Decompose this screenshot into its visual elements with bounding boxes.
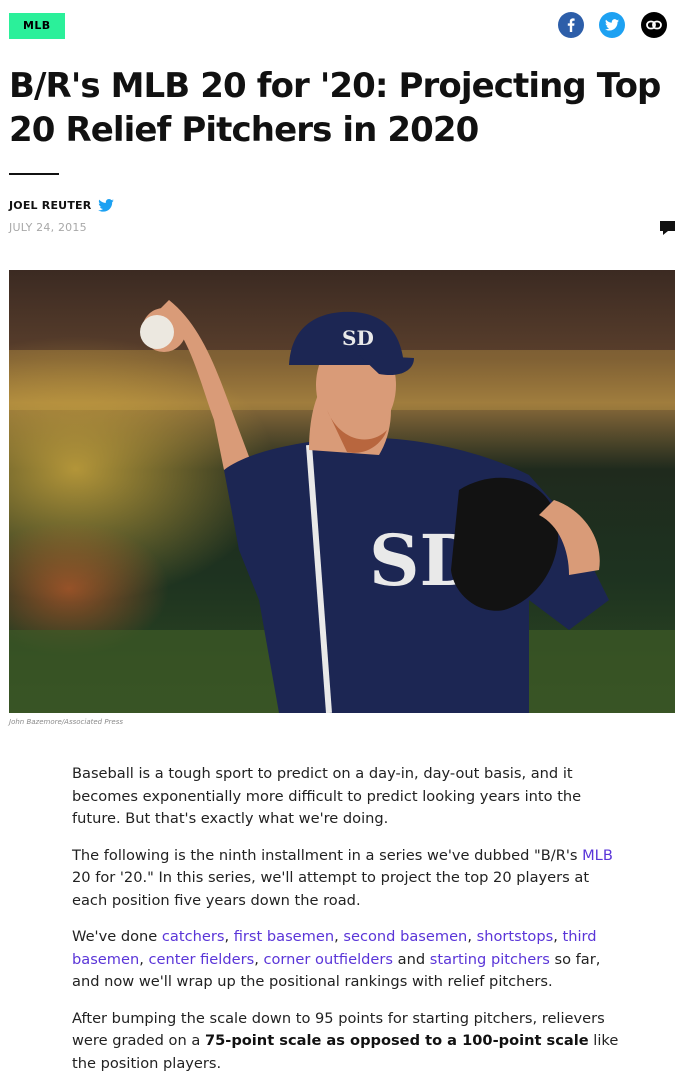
link-icon (646, 20, 662, 30)
comment-icon (660, 221, 675, 235)
second-basemen-link[interactable]: second basemen (343, 928, 467, 945)
center-fielders-link[interactable]: center fielders (149, 951, 255, 968)
category-tag[interactable]: MLB (9, 13, 65, 39)
article-title: B/R's MLB 20 for '20: Projecting Top 20 … (9, 66, 661, 150)
svg-text:SD: SD (342, 326, 374, 350)
twitter-icon (605, 19, 619, 31)
facebook-icon (567, 18, 575, 32)
comments-button[interactable] (659, 220, 676, 241)
paragraph-1: Baseball is a tough sport to predict on … (72, 765, 582, 827)
twitter-share-button[interactable] (599, 12, 625, 38)
facebook-share-button[interactable] (558, 12, 584, 38)
copy-link-button[interactable] (641, 12, 667, 38)
article-header-bar: MLB (9, 12, 683, 40)
scale-emphasis: 75-point scale as opposed to a 100-point… (204, 1032, 589, 1049)
author-byline: JOEL REUTER (9, 199, 115, 212)
author-twitter-icon[interactable] (98, 199, 115, 212)
paragraph-2: The following is the ninth installment i… (72, 846, 613, 909)
image-caption: John Bazemore/Associated Press (9, 718, 124, 726)
catchers-link[interactable]: catchers (162, 928, 225, 945)
shortstops-link[interactable]: shortstops (477, 928, 554, 945)
paragraph-4: After bumping the scale down to 95 point… (72, 1009, 619, 1072)
hero-image: SD SD (9, 270, 675, 713)
article-body: Baseball is a tough sport to predict on … (72, 763, 620, 1089)
title-divider (9, 173, 59, 175)
mlb-link[interactable]: MLB (582, 847, 613, 864)
corner-outfielders-link[interactable]: corner outfielders (263, 951, 393, 968)
first-basemen-link[interactable]: first basemen (234, 928, 334, 945)
paragraph-3: We've done catchers, first basemen, seco… (72, 928, 601, 990)
publish-date: JULY 24, 2015 (9, 221, 87, 234)
starting-pitchers-link[interactable]: starting pitchers (430, 951, 550, 968)
author-name[interactable]: JOEL REUTER (9, 199, 91, 212)
